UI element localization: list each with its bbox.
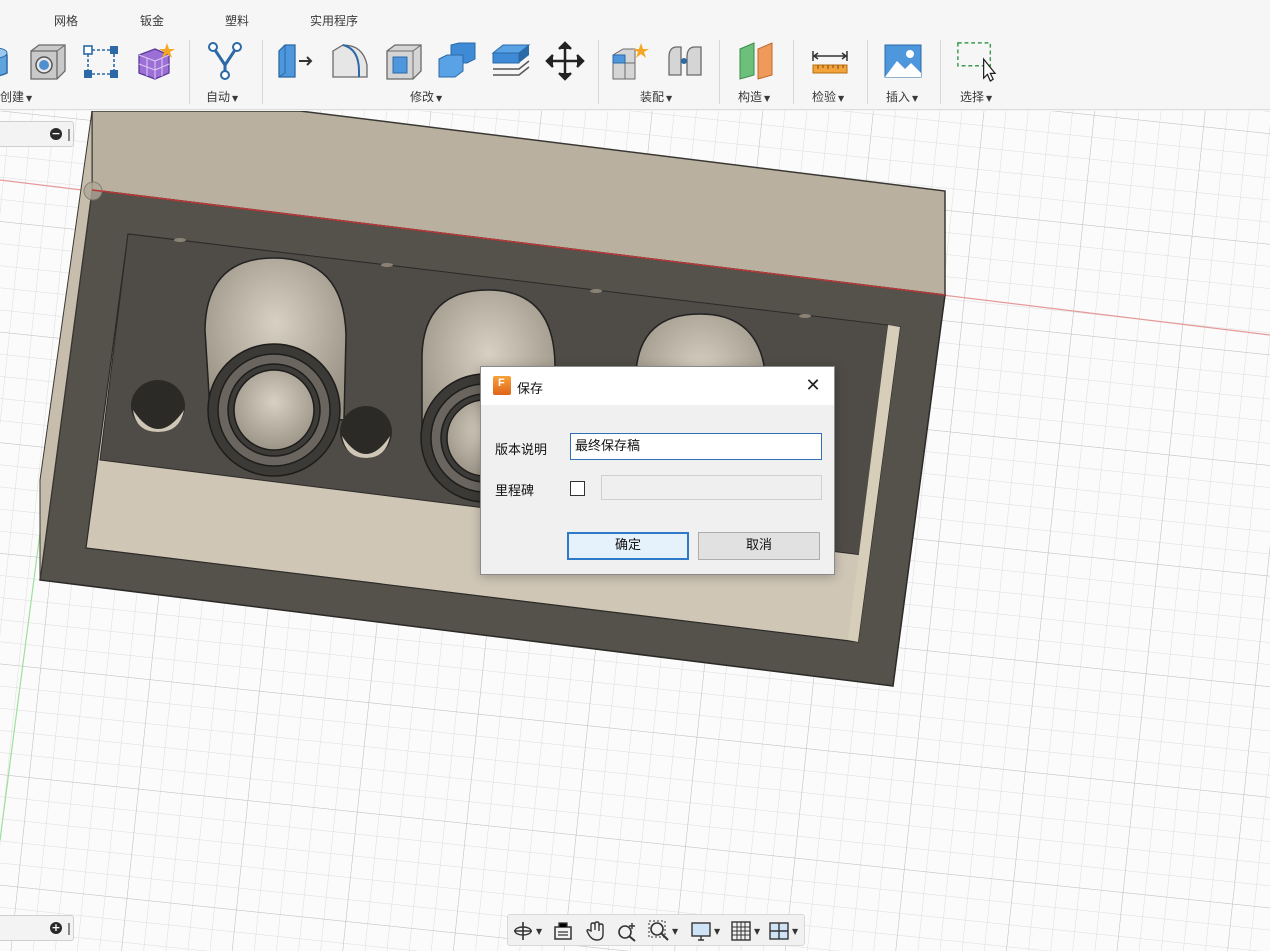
fit-icon[interactable]: ▼ [648,920,678,942]
move-icon[interactable] [544,38,586,84]
hole-icon[interactable] [26,38,68,84]
navigation-toolbar: ▼ ▼ ▼ ▼ ▼ [507,914,805,946]
close-icon: ✕ [805,375,821,396]
panel-grip-icon [68,923,70,935]
group-inspect[interactable]: 检验 ▼ [812,88,844,105]
ok-button[interactable]: 确定 [567,532,689,560]
automated-modeling-icon[interactable] [204,38,246,84]
comments-expand-toggle[interactable]: + [0,915,74,941]
minus-icon[interactable]: − [50,128,62,140]
group-assemble[interactable]: 装配 ▼ [640,88,672,105]
group-automate[interactable]: 自动 ▼ [206,88,238,105]
create-form-icon[interactable] [134,38,176,84]
press-pull-icon[interactable] [274,38,316,84]
offset-plane-icon[interactable] [735,38,777,84]
tab-utilities[interactable]: 实用程序 [310,12,358,29]
display-settings-icon[interactable]: ▼ [690,920,720,942]
grid-snap-icon[interactable]: ▼ [730,920,760,942]
ribbon-divider [598,40,599,104]
window-select-icon[interactable] [955,38,997,84]
ribbon-divider [189,40,190,104]
viewports-icon[interactable]: ▼ [768,920,798,942]
fillet-icon[interactable] [328,38,370,84]
ribbon-divider [793,40,794,104]
dialog-title-bar[interactable]: F 保存 ✕ [481,367,834,405]
fusion-app-icon: F [493,376,511,395]
ribbon-divider [867,40,868,104]
measure-icon[interactable] [809,38,851,84]
bearing-boss [207,343,341,477]
joint-icon[interactable] [664,38,706,84]
milestone-name-field [601,475,822,500]
group-construct[interactable]: 构造 ▼ [738,88,770,105]
new-component-icon[interactable] [610,38,652,84]
ribbon-toolbar: 创建 ▼ 自动 ▼ 修改 ▼ 装配 ▼ 构造 ▼ 检验 ▼ 插入 ▼ 选择 ▼ [0,38,1270,110]
orbit-icon[interactable]: ▼ [512,920,542,942]
tab-plastic[interactable]: 塑料 [225,12,249,29]
ribbon-divider [940,40,941,104]
ribbon-tab-strip: 网格 钣金 塑料 实用程序 [0,0,1270,38]
look-at-icon[interactable] [552,920,574,942]
insert-canvas-icon[interactable] [882,38,924,84]
group-create[interactable]: 创建 ▼ [0,88,32,105]
offset-face-icon[interactable] [490,38,532,84]
close-button[interactable]: ✕ [801,374,825,398]
pattern-icon[interactable] [80,38,122,84]
pan-icon[interactable] [584,920,606,942]
combine-icon[interactable] [436,38,478,84]
group-insert[interactable]: 插入 ▼ [886,88,918,105]
ribbon-divider [262,40,263,104]
group-modify[interactable]: 修改 ▼ [410,88,442,105]
ribbon-divider [719,40,720,104]
group-select[interactable]: 选择 ▼ [960,88,992,105]
milestone-checkbox[interactable] [570,481,585,496]
milestone-label: 里程碑 [495,484,535,499]
tab-sheet-metal[interactable]: 钣金 [140,12,164,29]
panel-grip-icon [68,129,70,141]
shell-icon[interactable] [382,38,424,84]
dialog-title: 保存 [517,382,544,397]
browser-collapse-toggle[interactable]: − [0,121,74,147]
version-description-input[interactable]: 最终保存稿 [570,433,822,460]
version-description-label: 版本说明 [495,443,548,458]
tab-mesh[interactable]: 网格 [54,12,78,29]
revolve-icon[interactable] [0,38,20,84]
plus-icon[interactable]: + [50,922,62,934]
cancel-button[interactable]: 取消 [698,532,820,560]
zoom-icon[interactable] [616,920,638,942]
save-dialog: F 保存 ✕ 版本说明 最终保存稿 里程碑 确定 取消 [480,366,835,575]
